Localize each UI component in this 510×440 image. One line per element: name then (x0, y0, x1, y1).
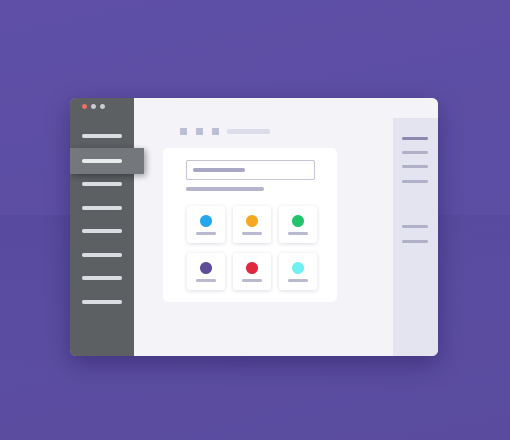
tile-icon (246, 262, 258, 274)
toolbar-button-3[interactable] (212, 128, 219, 135)
sidebar-item-8[interactable] (70, 290, 134, 314)
tile-label-placeholder (242, 232, 262, 235)
tile-icon (246, 215, 258, 227)
sidebar-item-3[interactable] (70, 172, 134, 196)
app-tile-purple[interactable] (187, 253, 225, 290)
tile-label-placeholder (242, 279, 262, 282)
tile-icon (292, 215, 304, 227)
sidebar (70, 98, 144, 356)
app-window (70, 98, 438, 356)
sidebar-item-7[interactable] (70, 266, 134, 290)
sidebar-item-label-placeholder (82, 206, 122, 210)
sidebar-item-label-placeholder (82, 300, 122, 304)
minimize-window-dot[interactable] (91, 104, 96, 109)
search-placeholder (193, 168, 245, 172)
sidebar-active-highlight[interactable] (70, 148, 144, 174)
right-panel-item[interactable] (402, 225, 428, 228)
sidebar-item-label-placeholder (82, 182, 122, 186)
sidebar-item-1[interactable] (70, 124, 134, 148)
sidebar-item-6[interactable] (70, 243, 134, 267)
tile-label-placeholder (196, 279, 216, 282)
tile-label-placeholder (288, 232, 308, 235)
subtitle-placeholder (186, 187, 264, 191)
tile-icon (292, 262, 304, 274)
maximize-window-dot[interactable] (100, 104, 105, 109)
content-card (163, 148, 337, 302)
tile-label-placeholder (288, 279, 308, 282)
sidebar-item-label-placeholder (82, 253, 122, 257)
toolbar-button-2[interactable] (196, 128, 203, 135)
app-tile-red[interactable] (233, 253, 271, 290)
right-panel-item[interactable] (402, 240, 428, 243)
right-panel-item-active[interactable] (402, 137, 428, 140)
app-tile-cyan[interactable] (279, 253, 317, 290)
sidebar-item-label-placeholder (82, 229, 122, 233)
app-tile-green[interactable] (279, 206, 317, 243)
sidebar-item-label-placeholder (82, 134, 122, 138)
right-panel-item[interactable] (402, 165, 428, 168)
window-controls (82, 104, 105, 109)
tile-label-placeholder (196, 232, 216, 235)
tile-icon (200, 215, 212, 227)
right-panel (393, 118, 438, 356)
app-tile-blue[interactable] (187, 206, 225, 243)
tile-icon (200, 262, 212, 274)
sidebar-item-label-placeholder (82, 159, 122, 163)
toolbar-title-placeholder (227, 129, 270, 134)
sidebar-item-label-placeholder (82, 276, 122, 280)
sidebar-item-4[interactable] (70, 196, 134, 220)
sidebar-item-5[interactable] (70, 219, 134, 243)
right-panel-item[interactable] (402, 180, 428, 183)
app-tile-orange[interactable] (233, 206, 271, 243)
right-panel-item[interactable] (402, 151, 428, 154)
toolbar-button-1[interactable] (180, 128, 187, 135)
search-input[interactable] (186, 160, 315, 180)
close-window-dot[interactable] (82, 104, 87, 109)
